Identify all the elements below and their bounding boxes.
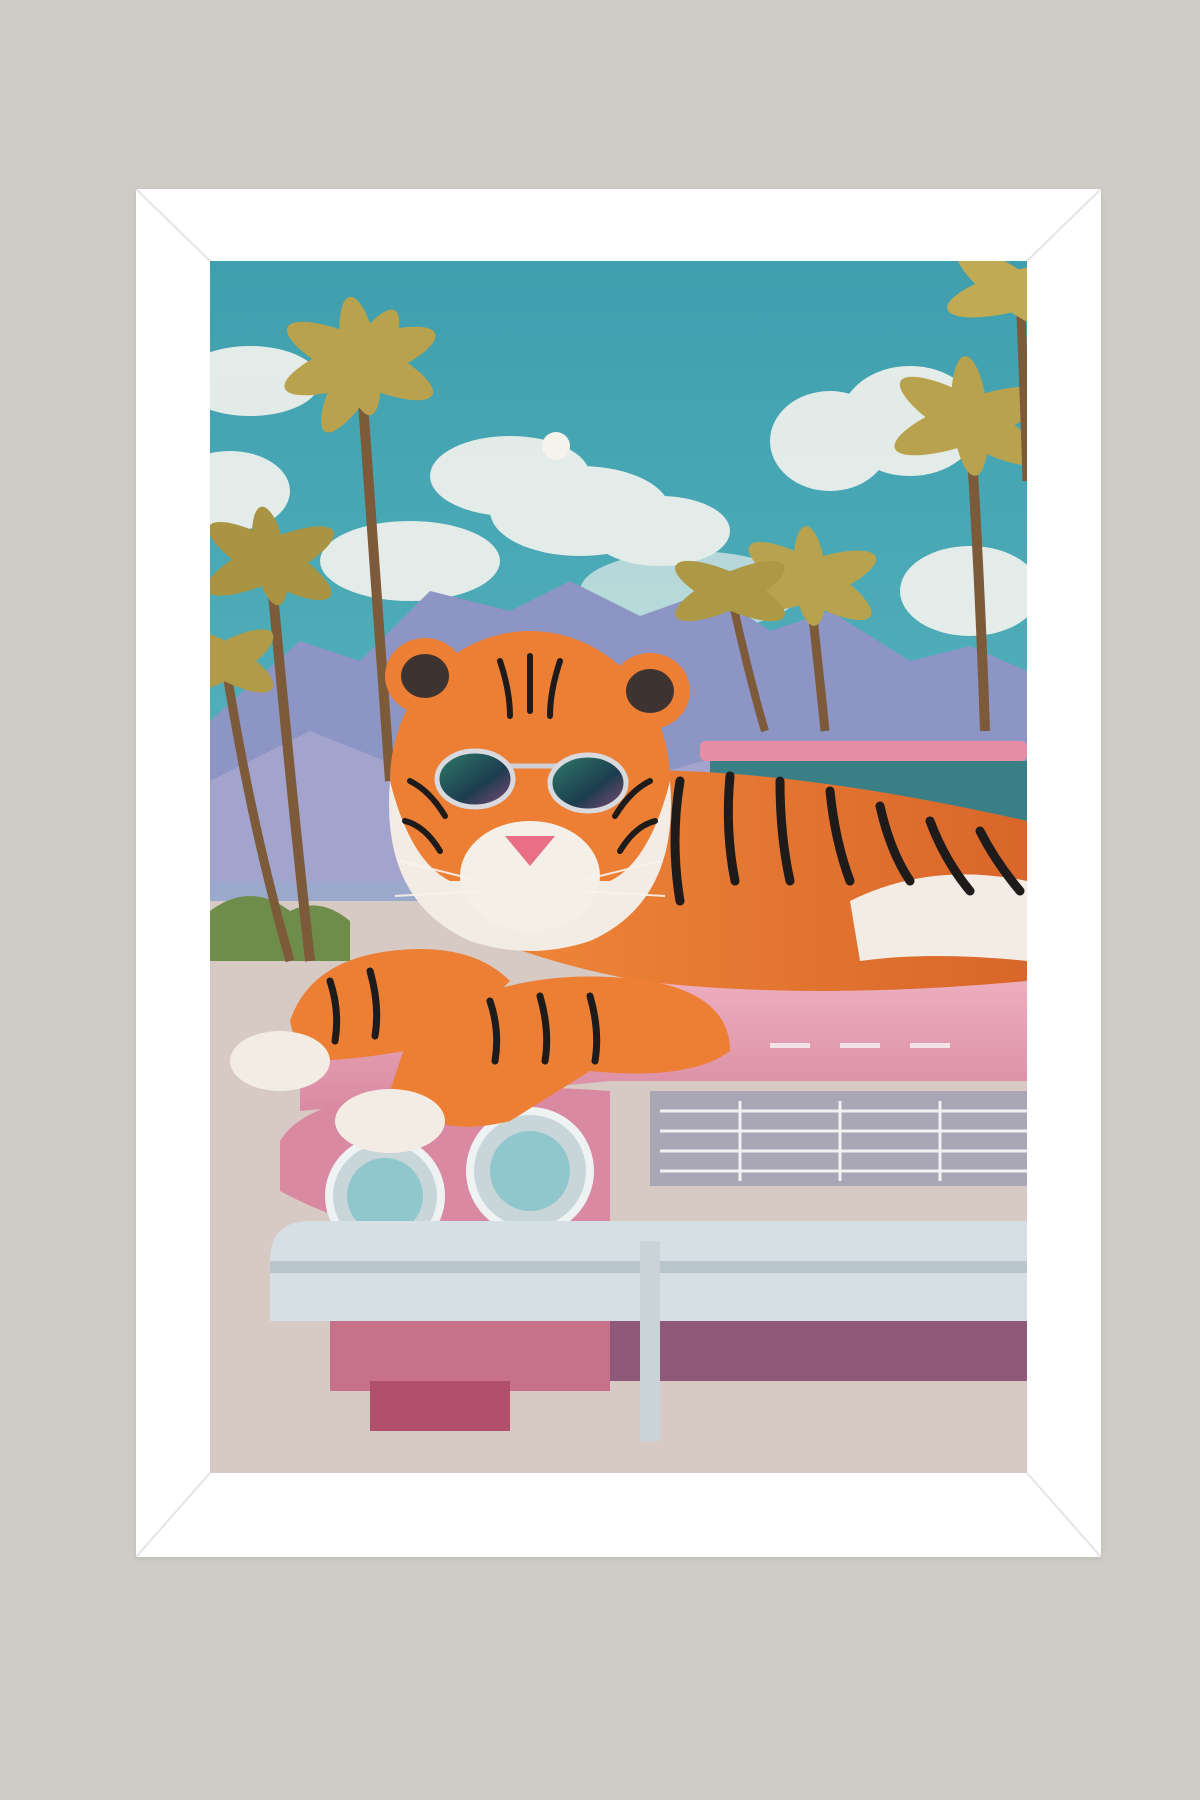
tiger-car-painting xyxy=(210,261,1027,1473)
wall-background xyxy=(0,0,1200,1800)
framed-artwork xyxy=(210,261,1027,1473)
moon xyxy=(542,432,570,460)
picture-frame xyxy=(136,189,1101,1557)
